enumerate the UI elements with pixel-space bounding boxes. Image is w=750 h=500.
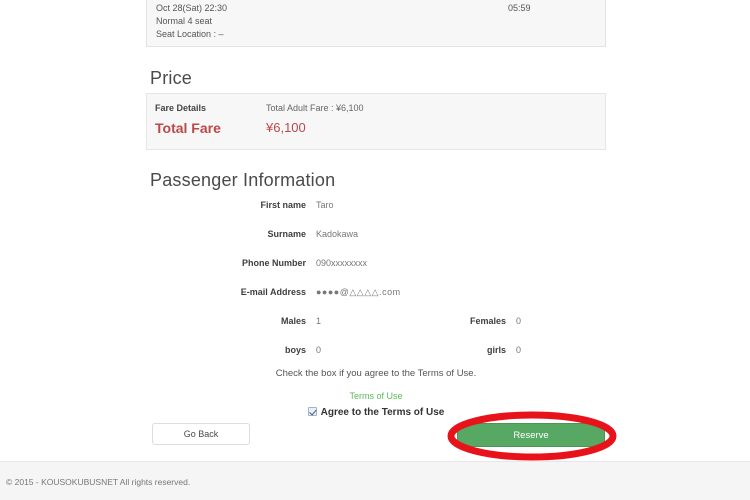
field-row-males-females: Males 1 Females 0: [146, 313, 606, 329]
trip-summary-content: Oct 28(Sat) 22:30 05:59 Normal 4 seat Se…: [156, 0, 596, 41]
field-row-phone-number: Phone Number 090xxxxxxxx: [146, 255, 606, 271]
surname-label: Surname: [267, 229, 306, 239]
males-value: 1: [316, 316, 322, 326]
field-row-surname: Surname Kadokawa: [146, 226, 606, 242]
agree-checkbox-row[interactable]: Agree to the Terms of Use: [146, 402, 606, 420]
girls-label: girls: [486, 345, 506, 355]
boys-value: 0: [316, 345, 322, 355]
phone-number-label: Phone Number: [241, 258, 306, 268]
total-fare-value: ¥6,100: [266, 120, 306, 135]
reserve-button[interactable]: Reserve: [457, 423, 605, 447]
email-address-label: E-mail Address: [240, 287, 306, 297]
trip-row-seat-type: Normal 4 seat: [156, 15, 596, 28]
trip-row-datetime: Oct 28(Sat) 22:30 05:59: [156, 2, 596, 15]
trip-seat-type: Normal 4 seat: [156, 16, 213, 26]
footer-copyright: © 2015 - KOUSOKUBUSNET All rights reserv…: [6, 477, 191, 487]
price-heading: Price: [150, 68, 193, 88]
trip-departure-datetime: Oct 28(Sat) 22:30: [156, 3, 228, 13]
males-label: Males: [280, 316, 306, 326]
reservation-confirm-page: Oct 28(Sat) 22:30 05:59 Normal 4 seat Se…: [0, 0, 750, 500]
field-row-first-name: First name Taro: [146, 197, 606, 213]
page-footer: © 2015 - KOUSOKUBUSNET All rights reserv…: [0, 461, 750, 500]
terms-instruction-text: Check the box if you agree to the Terms …: [275, 368, 477, 379]
fare-details-label: Fare Details: [155, 103, 207, 113]
passenger-information-heading: Passenger Information: [150, 170, 336, 190]
trip-summary-card: Oct 28(Sat) 22:30 05:59 Normal 4 seat Se…: [146, 0, 606, 47]
surname-value: Kadokawa: [316, 229, 359, 239]
first-name-value: Taro: [316, 200, 334, 210]
field-row-boys-girls: boys 0 girls 0: [146, 342, 606, 358]
terms-of-use-link[interactable]: Terms of Use: [349, 391, 402, 401]
boys-label: boys: [284, 345, 306, 355]
females-value: 0: [516, 316, 522, 326]
females-label: Females: [469, 316, 506, 326]
fare-details-value: Total Adult Fare : ¥6,100: [266, 103, 364, 113]
go-back-button[interactable]: Go Back: [152, 423, 250, 445]
trip-arrival-time: 05:59: [508, 3, 531, 13]
trip-seat-location: Seat Location : –: [156, 29, 224, 39]
agree-checkbox-label[interactable]: Agree to the Terms of Use: [321, 407, 445, 418]
email-address-value: ●●●●@△△△△.com: [316, 287, 401, 297]
price-panel: Fare Details Total Adult Fare : ¥6,100 T…: [146, 93, 606, 150]
first-name-label: First name: [260, 200, 306, 210]
phone-number-value: 090xxxxxxxx: [316, 258, 368, 268]
trip-row-seat-location: Seat Location : –: [156, 28, 596, 41]
total-fare-label: Total Fare: [155, 120, 221, 136]
agree-checkbox[interactable]: [307, 407, 317, 416]
field-row-email-address: E-mail Address ●●●●@△△△△.com: [146, 284, 606, 300]
girls-value: 0: [516, 345, 522, 355]
